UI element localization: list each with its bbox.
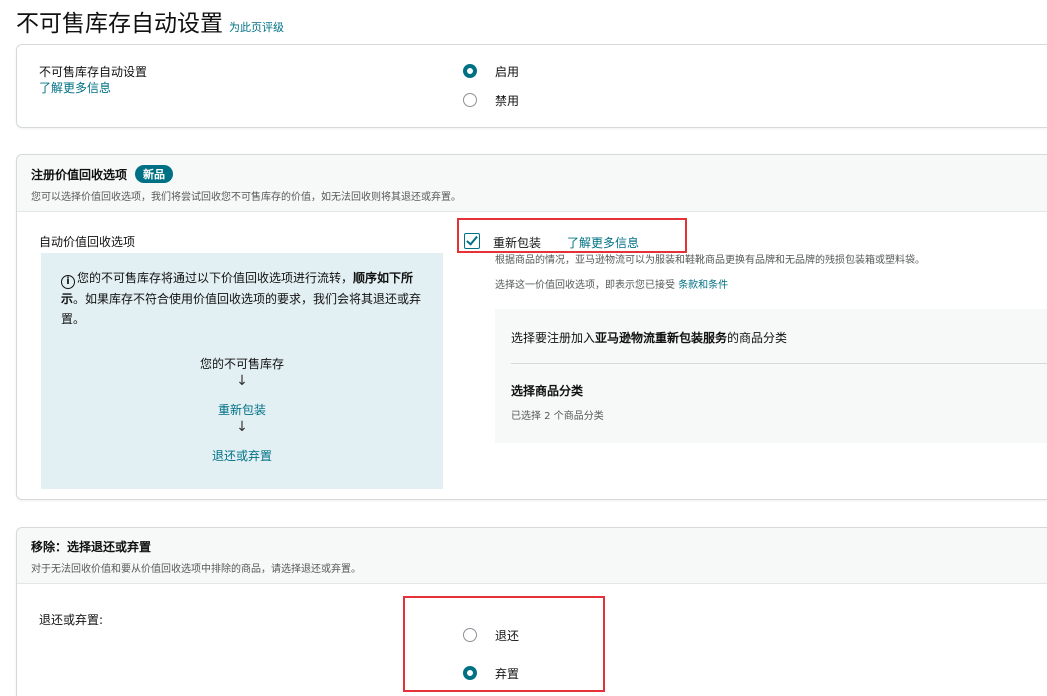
disable-radio[interactable]: [463, 93, 477, 107]
value-recovery-subtitle: 您可以选择价值回收选项，我们将尝试回收您不可售库存的价值，如无法回收则将其退还或…: [31, 192, 461, 203]
dispose-highlight-box: [403, 596, 605, 692]
auto-settings-card: 不可售库存自动设置 了解更多信息 启用 禁用: [16, 44, 1047, 128]
selected-category-count: 已选择 2 个商品分类: [511, 411, 604, 422]
category-divider: [511, 363, 1047, 364]
value-recovery-card: 注册价值回收选项 新品 您可以选择价值回收选项，我们将尝试回收您不可售库存的价值…: [16, 154, 1047, 500]
enable-radio[interactable]: [463, 64, 477, 78]
enable-radio-label[interactable]: 启用: [495, 63, 519, 80]
select-category-title[interactable]: 选择商品分类: [511, 382, 583, 399]
removal-heading: 移除：选择退还或弃置: [31, 540, 152, 554]
page-title-text: 不可售库存自动设置: [16, 11, 223, 37]
terms-link[interactable]: 条款和条件: [678, 280, 728, 291]
flow-arrow-down-icon: ↓: [236, 419, 248, 435]
recovery-flow-message: i 您的不可售库存将通过以下价值回收选项进行流转，顺序如下所示。如果库存不符合使用…: [61, 271, 422, 326]
auto-recovery-label: 自动价值回收选项: [39, 235, 136, 249]
recovery-flow-info-box: i 您的不可售库存将通过以下价值回收选项进行流转，顺序如下所示。如果库存不符合使用…: [41, 253, 443, 489]
category-intro: 选择要注册加入亚马逊物流重新包装服务的商品分类: [511, 331, 788, 345]
repack-terms: 选择这一价值回收选项，即表示您已接受 条款和条件: [495, 280, 729, 291]
new-badge: 新品: [135, 165, 174, 183]
auto-settings-learn-more-link[interactable]: 了解更多信息: [39, 79, 111, 96]
removal-subtitle: 对于无法回收价值和要从价值回收选项中排除的商品，请选择退还或弃置。: [31, 564, 361, 575]
category-selection-box: 选择要注册加入亚马逊物流重新包装服务的商品分类 选择商品分类 已选择 2 个商品…: [495, 309, 1047, 443]
value-recovery-header: 注册价值回收选项 新品 您可以选择价值回收选项，我们将尝试回收您不可售库存的价值…: [17, 155, 1047, 212]
flow-step-return-dispose-link[interactable]: 退还或弃置: [41, 447, 443, 464]
repack-highlight-box: [457, 218, 687, 253]
repack-description: 根据商品的情况，亚马逊物流可以为服装和鞋靴商品更换有品牌和无品牌的残损包装箱或塑…: [495, 255, 925, 266]
flow-arrow-down-icon: ↓: [236, 373, 248, 389]
return-or-dispose-label: 退还或弃置:: [39, 613, 104, 627]
removal-header: 移除：选择退还或弃置 对于无法回收价值和要从价值回收选项中排除的商品，请选择退还…: [17, 528, 1047, 584]
auto-settings-label: 不可售库存自动设置: [39, 65, 148, 79]
flow-step-repack-link[interactable]: 重新包装: [41, 401, 443, 418]
disable-radio-label[interactable]: 禁用: [495, 92, 519, 109]
value-recovery-heading: 注册价值回收选项: [31, 167, 128, 182]
page-title: 不可售库存自动设置 为此页评级: [16, 4, 284, 38]
flow-start: 您的不可售库存: [199, 357, 284, 371]
info-icon: i: [61, 275, 75, 289]
rate-page-link[interactable]: 为此页评级: [229, 21, 284, 34]
